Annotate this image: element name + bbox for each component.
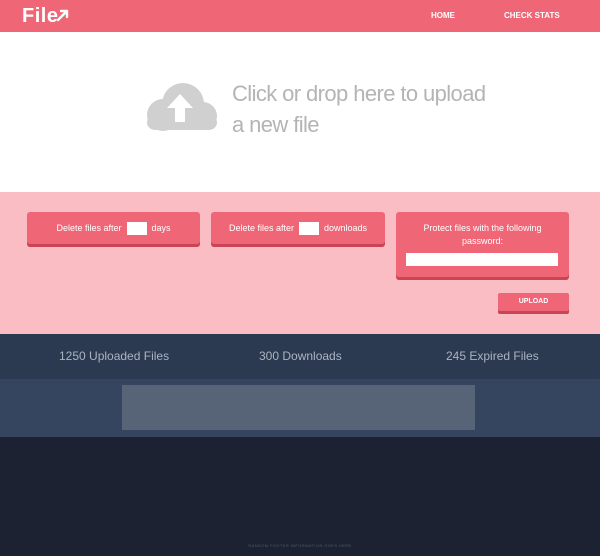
delete-days-input[interactable] (126, 221, 147, 235)
logo-text: File (22, 5, 59, 27)
arrow-icon (57, 9, 69, 22)
logo[interactable]: File (22, 4, 70, 28)
delete-days-suffix: days (151, 223, 171, 233)
nav-home[interactable]: HOME (431, 0, 455, 32)
delete-downloads-suffix: downloads (324, 223, 368, 233)
upload-instruction-line1: Click or drop here to upload (232, 81, 486, 106)
delete-downloads-prefix: Delete files after (228, 223, 294, 233)
upload-instruction-line2: a new file (232, 112, 320, 137)
delete-days-prefix: Delete files after (56, 223, 122, 233)
header: File HOME CHECK STATS (0, 0, 600, 32)
footer-text: RANDOM FOOTER INFORMATION GOES HERE (248, 543, 352, 548)
stat-uploaded-files: 1250 Uploaded Files (59, 349, 170, 363)
upload-options: Delete files after days Delete files aft… (0, 192, 600, 334)
promo-section (0, 379, 600, 437)
delete-downloads-input[interactable] (299, 221, 319, 235)
upload-button[interactable]: UPLOAD (498, 293, 569, 311)
banner-placeholder (122, 385, 475, 430)
password-protect-card: Protect files with the following passwor… (396, 212, 569, 277)
stat-expired-files: 245 Expired Files (446, 349, 539, 363)
delete-after-downloads-card: Delete files after downloads (211, 212, 385, 244)
nav-check-stats[interactable]: CHECK STATS (504, 0, 560, 32)
password-input[interactable] (406, 253, 558, 266)
delete-after-days-card: Delete files after days (27, 212, 200, 244)
stats-bar: 1250 Uploaded Files 300 Downloads 245 Ex… (0, 334, 600, 379)
password-label: Protect files with the following passwor… (423, 223, 542, 246)
stat-downloads: 300 Downloads (259, 349, 342, 363)
upload-dropzone[interactable]: Click or drop here to upload a new file (0, 32, 600, 192)
upload-instruction: Click or drop here to upload a new file (232, 78, 512, 140)
footer: RANDOM FOOTER INFORMATION GOES HERE (0, 437, 600, 556)
cloud-upload-icon (147, 83, 217, 131)
